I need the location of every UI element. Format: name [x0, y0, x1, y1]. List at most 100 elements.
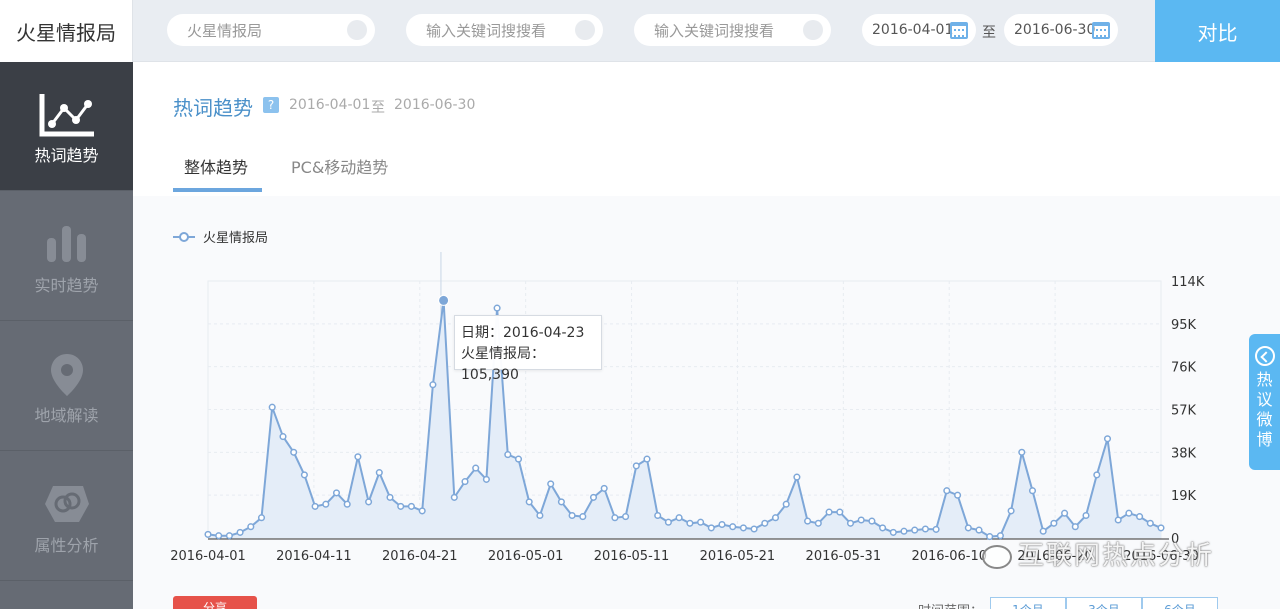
weibo-discussion-tab[interactable]: 热 议 微 博: [1249, 334, 1280, 470]
x-tick-label: 2016-04-01: [170, 549, 246, 564]
data-point: [354, 453, 362, 461]
side-tab-char: 微: [1256, 410, 1273, 429]
data-point: [215, 532, 223, 540]
data-point: [1007, 507, 1015, 515]
data-point: [290, 448, 298, 456]
data-point: [461, 478, 469, 486]
share-button[interactable]: 分享: [173, 596, 257, 609]
data-point: [825, 508, 833, 516]
data-point: [1018, 448, 1026, 456]
x-tick-label: 2016-05-01: [488, 549, 564, 564]
data-point: [750, 525, 758, 533]
tooltip-value-row: 火星情报局： 105,390: [461, 344, 595, 386]
data-point: [547, 480, 555, 488]
side-tab-char: 热: [1256, 370, 1273, 389]
data-point: [804, 517, 812, 525]
tooltip-series-value: 105,390: [461, 367, 519, 383]
data-point: [225, 532, 233, 540]
data-point: [889, 528, 897, 536]
chart-tooltip: 日期：2016-04-23 火星情报局： 105,390: [454, 315, 602, 383]
data-point: [1050, 519, 1058, 527]
data-point: [247, 523, 255, 531]
y-axis-labels: 019K38K57K76K95K114K: [1171, 275, 1205, 547]
range-6-month-button[interactable]: 6个月: [1142, 597, 1218, 609]
data-point: [814, 519, 822, 527]
data-point: [729, 523, 737, 531]
x-tick-label: 2016-04-21: [382, 549, 458, 564]
data-point: [1114, 516, 1122, 524]
watermark-text: 互联网热点分析: [1018, 541, 1215, 571]
side-tab-char: 博: [1256, 430, 1273, 449]
x-tick-label: 2016-05-11: [594, 549, 670, 564]
y-tick-label: 38K: [1171, 446, 1197, 461]
data-point: [739, 524, 747, 532]
data-point: [1093, 471, 1101, 479]
data-point: [975, 526, 983, 534]
watermark: 互联网热点分析: [982, 535, 1214, 572]
data-point: [1103, 435, 1112, 443]
data-point: [482, 475, 490, 483]
x-tick-label: 2016-04-11: [276, 549, 352, 564]
tooltip-date-row: 日期：2016-04-23: [461, 323, 595, 344]
legend-label: 火星情报局: [203, 231, 269, 246]
trend-chart: 019K38K57K76K95K114K 2016-04-01 2016-04-1…: [170, 252, 1205, 564]
data-point: [279, 433, 287, 441]
x-tick-label: 2016-06-10: [911, 549, 987, 564]
series-area: [208, 300, 1161, 538]
arrow-left-circle-icon: [1254, 346, 1275, 366]
y-tick-label: 19K: [1171, 489, 1197, 504]
range-3-month-button[interactable]: 3个月: [1066, 597, 1142, 609]
data-point: [397, 502, 405, 510]
chart-legend[interactable]: 火星情报局: [173, 227, 268, 246]
data-point: [932, 525, 940, 533]
data-point: [504, 451, 512, 459]
data-point: [643, 455, 651, 463]
tooltip-date-label: 日期：: [461, 325, 503, 341]
data-point: [622, 513, 630, 521]
data-point: [311, 502, 319, 510]
data-point: [1125, 509, 1133, 517]
tooltip-series-label: 火星情报局：: [461, 346, 545, 362]
data-point: [793, 473, 801, 481]
data-point: [1039, 527, 1047, 535]
data-point: [1082, 511, 1090, 520]
data-point: [857, 516, 865, 524]
data-point: [1071, 523, 1079, 531]
data-point: [879, 524, 887, 532]
data-point: [771, 514, 780, 522]
data-point: [514, 455, 523, 463]
data-point: [493, 304, 501, 312]
data-point: [1146, 519, 1154, 527]
data-point: [846, 519, 855, 527]
data-point: [718, 520, 726, 529]
data-point: [375, 469, 383, 477]
range-1-month-button[interactable]: 1个月: [990, 597, 1066, 609]
data-point: [343, 500, 351, 508]
time-range-label: 时间范围：: [918, 600, 983, 609]
data-point: [579, 513, 587, 521]
data-point: [836, 508, 844, 516]
data-point: [536, 511, 544, 520]
data-point: [697, 518, 705, 526]
data-point: [600, 484, 608, 492]
data-point: [257, 514, 266, 522]
data-point: [557, 498, 565, 506]
data-point: [964, 524, 972, 532]
data-point: [632, 462, 640, 470]
data-point: [921, 525, 929, 533]
data-point: [268, 403, 276, 411]
data-point: [429, 381, 437, 389]
legend-marker: [173, 231, 195, 242]
data-point: [782, 500, 790, 508]
data-point: [761, 519, 769, 527]
data-point: [525, 498, 533, 506]
data-point: [332, 489, 341, 497]
data-point: [654, 511, 662, 520]
data-point: [1136, 513, 1144, 521]
y-tick-label: 114K: [1171, 275, 1205, 290]
y-tick-label: 76K: [1171, 361, 1197, 376]
data-point: [568, 511, 576, 520]
tooltip-date-value: 2016-04-23: [503, 325, 585, 341]
x-tick-label: 2016-05-21: [700, 549, 776, 564]
data-point: [589, 493, 598, 501]
